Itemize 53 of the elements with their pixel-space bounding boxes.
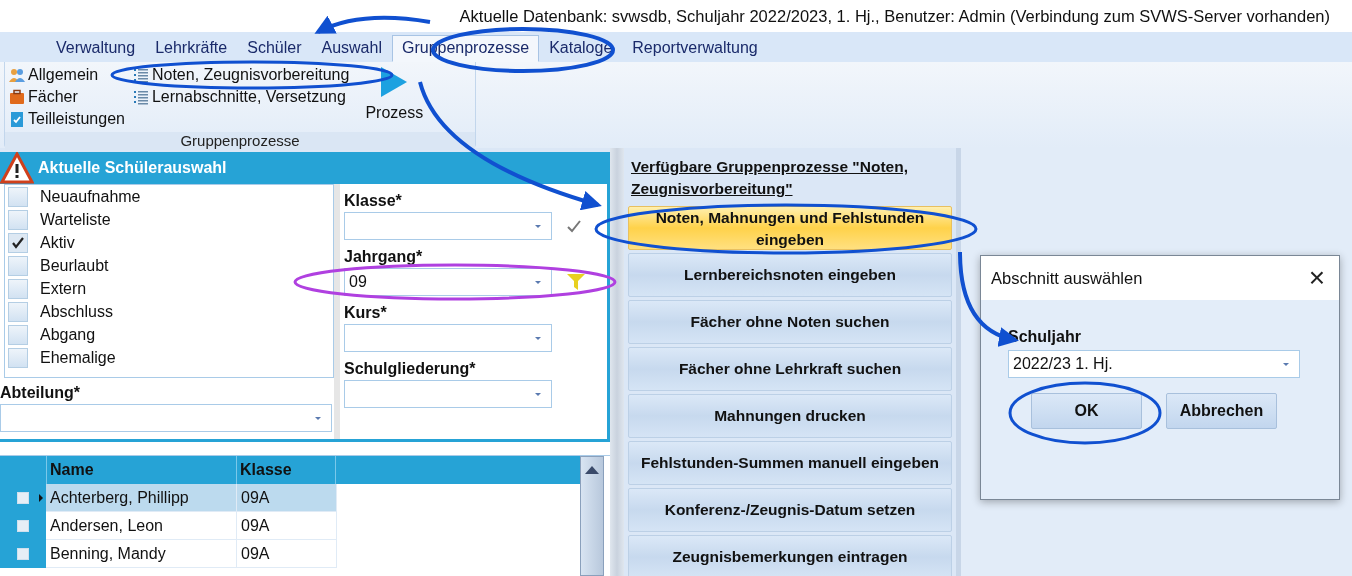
table-cell: 09A [237,540,337,568]
dropdown-field[interactable]: 09 [344,268,552,296]
dialog-button[interactable]: Abbrechen [1166,393,1277,429]
ribbon-item[interactable]: Allgemein [9,64,125,86]
field-label: Schulgliederung* [344,360,477,378]
status-label: Neuaufnahme [40,187,141,206]
process-button[interactable]: Lernbereichsnoten eingeben [628,253,952,297]
dropdown-field[interactable]: 2022/23 1. Hj. [1008,350,1300,378]
close-button[interactable]: × [1304,264,1329,292]
table-cell: Benning, Mandy [46,540,237,568]
process-button[interactable]: Fächer ohne Lehrkraft suchen [628,347,952,391]
ribbon-item[interactable]: Fächer [9,86,125,108]
menu-tab[interactable]: Reportverwaltung [622,35,768,62]
table-cell: Andersen, Leon [46,512,237,540]
process-button[interactable]: Konferenz-/Zeugnis-Datum setzen [628,488,952,532]
dialog-button[interactable]: OK [1031,393,1142,429]
database-info: Aktuelle Datenbank: svwsdb, Schuljahr 2022/2023, 1. Hj., Benutzer: Admin (Verbindung zum SVWS-Server vorhanden) [459,6,1330,26]
menu-tab[interactable]: Schüler [237,35,312,62]
panel-title: Aktuelle Schülerauswahl [38,159,227,177]
table-row[interactable]: Andersen, Leon 09A [0,512,580,540]
ribbon-item[interactable]: Noten, Zeugnisvorbereitung [132,64,350,86]
ribbon-item[interactable]: Teilleistungen [9,108,125,130]
process-button[interactable]: Zeugnisbemerkungen eintragen [628,535,952,576]
menu-tab[interactable]: Verwaltung [46,35,146,62]
field-label: Jahrgang* [344,248,424,266]
table-row[interactable]: Achterberg, Phillipp 09A [0,484,580,512]
ribbon-item[interactable]: Lernabschnitte, Versetzung [132,86,350,108]
process-button[interactable]: Fehlstunden-Summen manuell eingeben [628,441,952,485]
dialog-title: Abschnitt auswählen [991,268,1143,288]
process-button[interactable]: Noten, Mahnungen und Fehlstunden eingeben [628,206,952,250]
process-button[interactable]: Fächer ohne Noten suchen [628,300,952,344]
field-label: Kurs* [344,304,388,322]
table-row[interactable]: Benning, Mandy 09A [0,540,580,568]
process-button[interactable]: Mahnungen drucken [628,394,952,438]
group-label: Gruppenprozesse [5,132,475,150]
status-label: Abschluss [40,302,113,321]
field-label: Schuljahr [1008,328,1082,347]
status-label: Warteliste [40,210,111,229]
menu-tab[interactable]: Lehrkräfte [145,35,238,62]
menu-tab[interactable]: Kataloge [539,35,623,62]
process-heading: Verfügbare Gruppenprozesse "Noten, Zeugnisvorbereitung" [630,157,909,199]
status-label: Extern [40,279,87,298]
status-label: Abgang [40,325,96,344]
field-label: Klasse* [344,192,403,210]
table-cell: 09A [237,484,337,512]
process-button[interactable]: Prozess [359,64,430,130]
table-cell: Achterberg, Phillipp [46,484,237,512]
menu-tab[interactable]: Auswahl [311,35,392,62]
table-cell: 09A [237,512,337,540]
field-label: Abteilung* [0,384,81,402]
status-label: Beurlaubt [40,256,109,275]
status-label: Aktiv [40,233,75,252]
status-label: Ehemalige [40,348,116,367]
